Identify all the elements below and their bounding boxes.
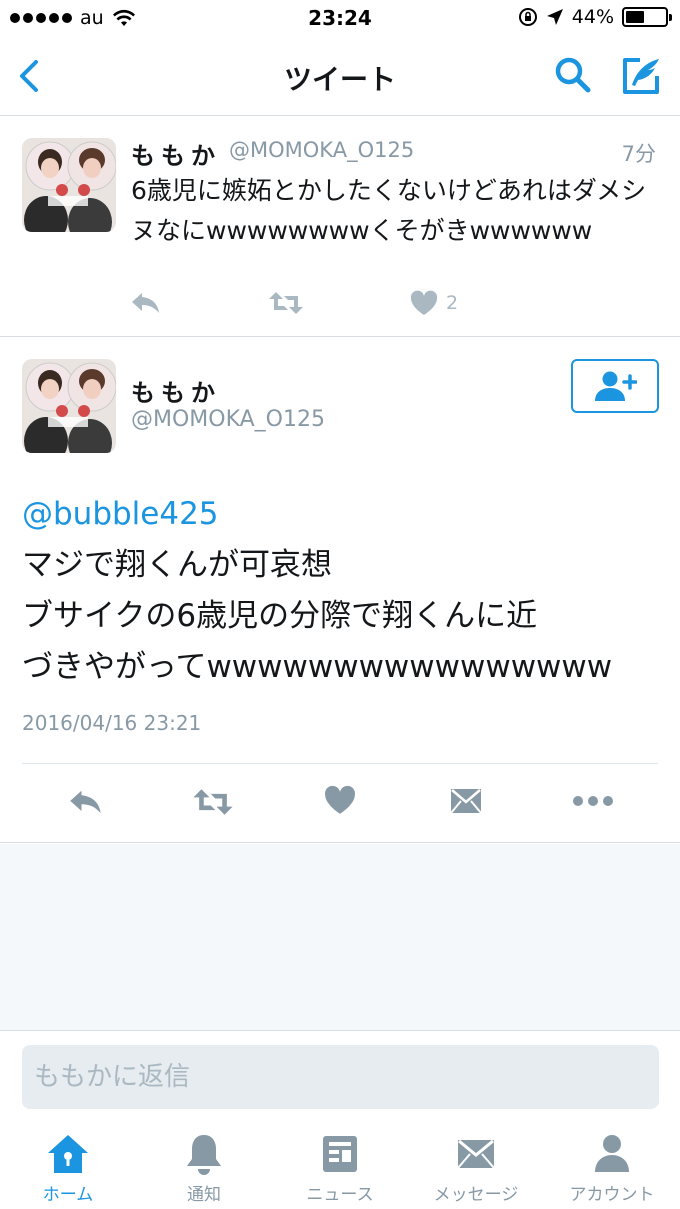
direct-message-button[interactable] [450, 787, 482, 815]
battery-icon [622, 7, 672, 27]
reply-icon [70, 790, 101, 814]
tab-news[interactable]: ニュース [272, 1120, 408, 1209]
location-arrow-icon [546, 9, 563, 25]
envelope-icon [450, 789, 482, 814]
tweet-time: 7分 [621, 142, 656, 166]
search-icon[interactable] [552, 54, 594, 96]
heart-icon [410, 290, 438, 315]
display-name[interactable]: ももか [131, 136, 221, 171]
tab-messages[interactable]: メッセージ [408, 1120, 544, 1209]
tab-label: 通知 [187, 1185, 221, 1205]
retweet-icon [193, 789, 233, 815]
reply-input[interactable] [22, 1045, 659, 1109]
reply-icon [132, 293, 159, 313]
mention-link[interactable]: @bubble425 [22, 489, 662, 540]
more-dots-icon [573, 796, 613, 806]
heart-icon [325, 785, 355, 814]
like-count: 2 [446, 292, 459, 314]
user-handle[interactable]: @MOMOKA_O125 [229, 138, 414, 162]
reply-bar [0, 1030, 680, 1120]
home-icon [48, 1135, 88, 1173]
reply-button[interactable] [68, 787, 104, 817]
reply-button[interactable] [130, 290, 162, 316]
tab-label: ホーム [42, 1185, 94, 1205]
tweet-reply-context[interactable]: ももか @MOMOKA_O125 7分 6歳児に嫉妬とかしたくないけどあれはダメ… [0, 116, 680, 337]
user-handle[interactable]: @MOMOKA_O125 [131, 407, 325, 432]
tweet-text: @bubble425 マジで翔くんが可哀想 ブサイクの6歳児の分際で翔くんに近 … [22, 489, 662, 693]
tweet-actions [0, 783, 680, 823]
tab-label: アカウント [569, 1185, 655, 1205]
compose-icon[interactable] [618, 54, 662, 98]
retweet-button[interactable] [268, 290, 304, 316]
tweet-text: 6歳児に嫉妬とかしたくないけどあれはダメシヌなにwwwwwwwwくそがきwwww… [131, 176, 647, 245]
bell-icon [187, 1135, 221, 1175]
status-right: 44% [518, 6, 672, 28]
news-icon [323, 1136, 357, 1172]
tweet-actions: 2 [0, 286, 680, 326]
tweet-text-line: ブサイクの6歳児の分際で翔くんに近 [22, 598, 538, 634]
divider [22, 763, 658, 764]
envelope-icon [457, 1139, 495, 1169]
more-options-button[interactable] [572, 795, 614, 807]
follow-button[interactable] [571, 359, 659, 413]
battery-percent: 44% [571, 6, 614, 28]
like-button[interactable]: 2 [410, 290, 458, 316]
like-button[interactable] [324, 785, 356, 815]
avatar[interactable] [22, 138, 116, 232]
nav-bar: ツイート [0, 38, 680, 116]
tweet-text-line: マジで翔くんが可哀想 [22, 547, 332, 583]
orientation-lock-icon [518, 8, 537, 26]
tweet-timestamp: 2016/04/16 23:21 [22, 711, 202, 735]
empty-replies-area [0, 844, 680, 1030]
tab-notifications[interactable]: 通知 [136, 1120, 272, 1209]
avatar[interactable] [22, 359, 116, 453]
retweet-button[interactable] [192, 787, 234, 817]
tab-home[interactable]: ホーム [0, 1120, 136, 1209]
tab-account[interactable]: アカウント [544, 1120, 680, 1209]
tweet-detail: ももか @MOMOKA_O125 @bubble425 マジで翔くんが可哀想 ブ… [0, 337, 680, 843]
tab-label: ニュース [306, 1185, 374, 1205]
tweet-text-line: づきやがってwwwwwwwwwwwwwwww [22, 649, 613, 685]
tab-bar: ホーム 通知 ニュース メッセージ アカウント [0, 1120, 680, 1209]
tab-label: メッセージ [433, 1185, 519, 1205]
display-name[interactable]: ももか [131, 373, 221, 408]
status-bar: au 23:24 44% [0, 0, 680, 38]
person-icon [595, 1135, 629, 1172]
retweet-icon [269, 292, 303, 314]
add-user-icon [595, 371, 637, 401]
